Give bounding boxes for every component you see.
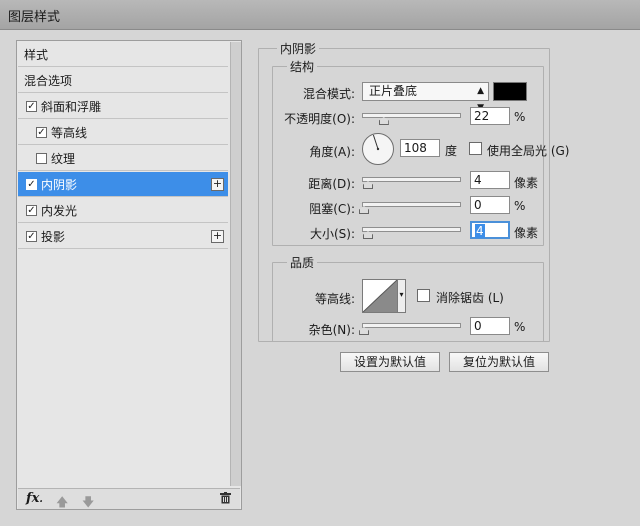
drop-shadow-label: 投影 (41, 229, 66, 244)
make-default-button[interactable]: 设置为默认值 (340, 352, 440, 372)
size-label: 大小(S): (309, 227, 355, 241)
size-input[interactable]: 4 (470, 221, 510, 239)
noise-slider-track[interactable] (362, 323, 461, 328)
contour-label: 等高线 (51, 125, 88, 140)
blend-mode-select[interactable]: 正片叠底 ▲▼ (362, 82, 489, 113)
angle-label: 角度(A): (309, 145, 355, 159)
contour-label-quality: 等高线: (314, 292, 355, 306)
distance-unit: 像素 (514, 176, 539, 190)
title-bar: 图层样式 (0, 0, 640, 30)
opacity-slider-track[interactable] (362, 113, 461, 118)
size-unit: 像素 (514, 226, 539, 240)
structure-title: 结构 (287, 58, 318, 75)
inner-glow-checkbox[interactable]: ✓ (26, 204, 37, 216)
choke-unit: % (514, 199, 526, 213)
distance-label: 距离(D): (308, 177, 355, 191)
blend-mode-value: 正片叠底 (369, 84, 418, 98)
styles-list-panel: 样式 混合选项 ✓ 斜面和浮雕 ✓ 等高线 纹理 ✓ 内阴影 + ✓ 内发光 ✓… (16, 40, 242, 510)
antialias-label: 消除锯齿 (L) (436, 291, 504, 305)
global-light-checkbox[interactable] (469, 142, 482, 155)
styles-toolbar: fx. 🡅 🡇 (18, 488, 240, 509)
blend-mode-label: 混合模式: (302, 87, 355, 101)
styles-scrollbar[interactable] (230, 42, 241, 486)
opacity-unit: % (514, 110, 526, 124)
contour-preview[interactable] (362, 279, 398, 313)
inner-glow-label: 内发光 (41, 203, 78, 218)
fx-label: fx (26, 491, 40, 506)
move-up-icon[interactable]: 🡅 (56, 493, 68, 514)
inner-shadow-checkbox[interactable]: ✓ (26, 178, 37, 190)
blending-options-label: 混合选项 (24, 73, 73, 88)
choke-label: 阻塞(C): (309, 202, 355, 216)
global-light-label: 使用全局光 (G) (487, 144, 570, 158)
antialias-checkbox[interactable] (417, 289, 430, 302)
drop-shadow-item[interactable]: ✓ 投影 + (18, 224, 228, 249)
opacity-label: 不透明度(O): (284, 112, 355, 126)
opacity-input[interactable]: 22 (470, 107, 510, 125)
quality-title: 品质 (287, 254, 318, 271)
add-inner-shadow-button[interactable]: + (211, 178, 224, 191)
shadow-color-swatch[interactable] (493, 82, 527, 101)
bevel-emboss-label: 斜面和浮雕 (41, 99, 102, 114)
contour-item[interactable]: ✓ 等高线 (18, 120, 228, 145)
angle-input[interactable]: 108 (400, 139, 440, 157)
size-slider-track[interactable] (362, 227, 461, 232)
noise-label: 杂色(N): (308, 323, 355, 337)
styles-header-label: 样式 (24, 47, 49, 62)
reset-default-button[interactable]: 复位为默认值 (449, 352, 549, 372)
distance-input[interactable]: 4 (470, 171, 510, 189)
add-drop-shadow-button[interactable]: + (211, 230, 224, 243)
noise-unit: % (514, 320, 526, 334)
texture-label: 纹理 (51, 151, 76, 166)
angle-dial[interactable] (362, 133, 394, 165)
fx-menu-dot: . (39, 494, 43, 505)
choke-slider-track[interactable] (362, 202, 461, 207)
distance-slider-track[interactable] (362, 177, 461, 182)
bevel-emboss-item[interactable]: ✓ 斜面和浮雕 (18, 94, 228, 119)
styles-header[interactable]: 样式 (18, 42, 228, 67)
inner-shadow-label: 内阴影 (41, 177, 78, 192)
choke-input[interactable]: 0 (470, 196, 510, 214)
window-title: 图层样式 (8, 10, 61, 25)
fx-button[interactable]: fx. (26, 491, 43, 506)
texture-checkbox[interactable] (36, 152, 47, 164)
contour-dropdown-caret-icon[interactable]: ▾ (398, 279, 406, 313)
contour-checkbox[interactable]: ✓ (36, 126, 47, 138)
bevel-emboss-checkbox[interactable]: ✓ (26, 100, 37, 112)
blending-options-item[interactable]: 混合选项 (18, 68, 228, 93)
inner-shadow-title: 内阴影 (277, 40, 320, 57)
texture-item[interactable]: 纹理 (18, 146, 228, 171)
size-input-value: 4 (475, 224, 485, 238)
move-down-icon[interactable]: 🡇 (82, 493, 94, 514)
inner-shadow-item[interactable]: ✓ 内阴影 + (18, 172, 228, 197)
angle-unit: 度 (445, 144, 458, 158)
inner-glow-item[interactable]: ✓ 内发光 (18, 198, 228, 223)
drop-shadow-checkbox[interactable]: ✓ (26, 230, 37, 242)
trash-icon[interactable] (220, 492, 231, 507)
noise-input[interactable]: 0 (470, 317, 510, 335)
